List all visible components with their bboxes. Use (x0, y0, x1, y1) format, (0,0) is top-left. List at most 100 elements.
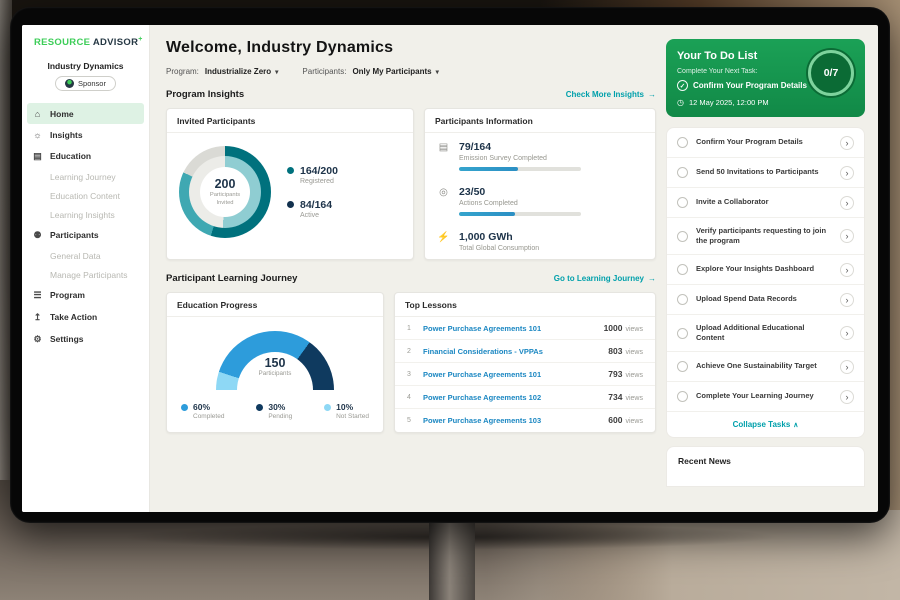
sidebar-item-insights[interactable]: ☼ Insights (22, 124, 149, 145)
info-row-consumption: ⚡ 1,000 GWh Total Global Consumption (425, 223, 655, 259)
sidebar-item-manage-participants[interactable]: Manage Participants (22, 265, 149, 284)
legend-label: Pending (268, 413, 292, 420)
task-label: Verify participants requesting to join t… (696, 226, 832, 247)
legend-item-not-started: 10% Not Started (324, 402, 369, 420)
logo-primary: RESOURCE (34, 37, 90, 48)
sidebar-item-education-content[interactable]: Education Content (22, 186, 149, 205)
chevron-right-icon[interactable]: › (840, 263, 854, 277)
section-title: Program Insights (166, 89, 244, 100)
sidebar-item-general-data[interactable]: General Data (22, 246, 149, 265)
chevron-right-icon[interactable]: › (840, 390, 854, 404)
task-checkbox[interactable] (677, 294, 688, 305)
check-more-insights-link[interactable]: Check More Insights → (566, 90, 656, 99)
education-progress-body: 150 Participants 60% Completed (167, 317, 383, 432)
chevron-right-icon[interactable]: › (840, 136, 854, 150)
info-row-emission-survey: ▤ 79/164 Emission Survey Completed (425, 133, 655, 178)
sidebar-item-take-action[interactable]: ↥ Take Action (22, 306, 149, 328)
card-title: Top Lessons (395, 293, 655, 317)
chevron-down-icon: ▾ (275, 68, 278, 76)
task-row-send-invitations[interactable]: Send 50 Invitations to Participants › (667, 158, 864, 188)
go-to-learning-journey-link[interactable]: Go to Learning Journey → (554, 274, 656, 283)
task-checkbox[interactable] (677, 361, 688, 372)
learning-journey-header: Participant Learning Journey Go to Learn… (166, 273, 656, 284)
task-row-upload-educational-content[interactable]: Upload Additional Educational Content › (667, 315, 864, 352)
lesson-link[interactable]: Power Purchase Agreements 101 (423, 370, 599, 379)
lesson-link[interactable]: Financial Considerations - VPPAs (423, 347, 599, 356)
donut-center: 200 Participants Invited (200, 167, 250, 217)
chevron-right-icon[interactable]: › (840, 293, 854, 307)
progress-bar (459, 167, 581, 171)
learning-journey-cards: Education Progress 150 Participants (166, 292, 656, 433)
program-icon: ☰ (32, 290, 43, 301)
task-row-achieve-target[interactable]: Achieve One Sustainability Target › (667, 352, 864, 382)
recent-news-title: Recent News (678, 456, 731, 466)
legend-dot (256, 404, 263, 411)
task-checkbox[interactable] (677, 264, 688, 275)
lesson-link[interactable]: Power Purchase Agreements 101 (423, 324, 595, 333)
task-row-complete-learning-journey[interactable]: Complete Your Learning Journey › (667, 382, 864, 412)
todo-panel: Your To Do List Complete Your Next Task:… (666, 25, 878, 512)
chevron-right-icon[interactable]: › (840, 196, 854, 210)
screen: RESOURCE ADVISOR+ Industry Dynamics Spon… (22, 25, 878, 512)
app-logo: RESOURCE ADVISOR+ (22, 25, 149, 48)
legend-item-completed: 60% Completed (181, 402, 224, 420)
task-row-confirm-program[interactable]: Confirm Your Program Details › (667, 128, 864, 158)
sidebar-item-label: Take Action (50, 312, 97, 322)
org-name: Industry Dynamics (22, 61, 149, 71)
education-progress-card: Education Progress 150 Participants (166, 292, 384, 433)
todo-next-task[interactable]: ✓ Confirm Your Program Details (677, 80, 807, 91)
energy-icon: ⚡ (437, 232, 450, 243)
legend-item-pending: 30% Pending (256, 402, 292, 420)
sidebar-item-education[interactable]: ▤ Education (22, 145, 149, 167)
arrow-right-icon: → (648, 274, 656, 283)
lesson-row: 5 Power Purchase Agreements 103 600views (395, 409, 655, 431)
chevron-right-icon[interactable]: › (840, 360, 854, 374)
task-row-invite-collaborator[interactable]: Invite a Collaborator › (667, 188, 864, 218)
lesson-link[interactable]: Power Purchase Agreements 102 (423, 393, 599, 402)
donut-legend: 164/200 Registered 84/164 Active (287, 165, 338, 219)
legend-value: 60% (193, 402, 224, 412)
card-title: Participants Information (425, 109, 655, 133)
collapse-tasks-button[interactable]: Collapse Tasks∧ (667, 412, 864, 437)
participants-filter-select[interactable]: Only My Participants ▾ (352, 67, 438, 76)
legend-label: Registered (300, 178, 338, 185)
chevron-right-icon[interactable]: › (840, 326, 854, 340)
monitor-bezel: RESOURCE ADVISOR+ Industry Dynamics Spon… (10, 7, 890, 523)
task-row-verify-participants[interactable]: Verify participants requesting to join t… (667, 218, 864, 255)
task-row-upload-spend-data[interactable]: Upload Spend Data Records › (667, 285, 864, 315)
program-filter-select[interactable]: Industrialize Zero ▾ (205, 67, 279, 76)
lesson-link[interactable]: Power Purchase Agreements 103 (423, 416, 599, 425)
task-row-explore-insights[interactable]: Explore Your Insights Dashboard › (667, 255, 864, 285)
task-checkbox[interactable] (677, 197, 688, 208)
todo-due: ◷ 12 May 2025, 12:00 PM (677, 98, 854, 107)
sponsor-badge[interactable]: Sponsor (55, 76, 116, 91)
logo-plus: + (138, 36, 142, 43)
sidebar-item-program[interactable]: ☰ Program (22, 284, 149, 306)
gauge-center-label: Participants (216, 370, 334, 377)
sidebar-item-home[interactable]: ⌂ Home (27, 103, 144, 124)
chevron-right-icon[interactable]: › (840, 166, 854, 180)
participants-filter-label: Participants: (302, 67, 346, 76)
sidebar-item-settings[interactable]: ⚙ Settings (22, 328, 149, 350)
chevron-right-icon[interactable]: › (840, 229, 854, 243)
sidebar-menu: ⌂ Home ☼ Insights ▤ Education Learning J… (22, 103, 149, 350)
sidebar-item-learning-insights[interactable]: Learning Insights (22, 205, 149, 224)
legend-value: 10% (336, 402, 369, 412)
sidebar-item-label: Education (50, 151, 91, 161)
section-title: Participant Learning Journey (166, 273, 297, 284)
education-icon: ▤ (32, 151, 43, 162)
legend-dot (324, 404, 331, 411)
sidebar-item-learning-journey[interactable]: Learning Journey (22, 167, 149, 186)
task-checkbox[interactable] (677, 231, 688, 242)
task-checkbox[interactable] (677, 391, 688, 402)
legend-value: 84/164 (300, 199, 332, 211)
task-checkbox[interactable] (677, 328, 688, 339)
task-list-card: Confirm Your Program Details › Send 50 I… (666, 127, 865, 438)
info-value: 1,000 GWh (459, 231, 539, 243)
donut-center-value: 200 (215, 177, 236, 191)
task-checkbox[interactable] (677, 167, 688, 178)
sidebar-item-label: Learning Insights (50, 210, 115, 220)
legend-value: 30% (268, 402, 292, 412)
task-checkbox[interactable] (677, 137, 688, 148)
sidebar-item-participants[interactable]: ⚉ Participants (22, 224, 149, 246)
